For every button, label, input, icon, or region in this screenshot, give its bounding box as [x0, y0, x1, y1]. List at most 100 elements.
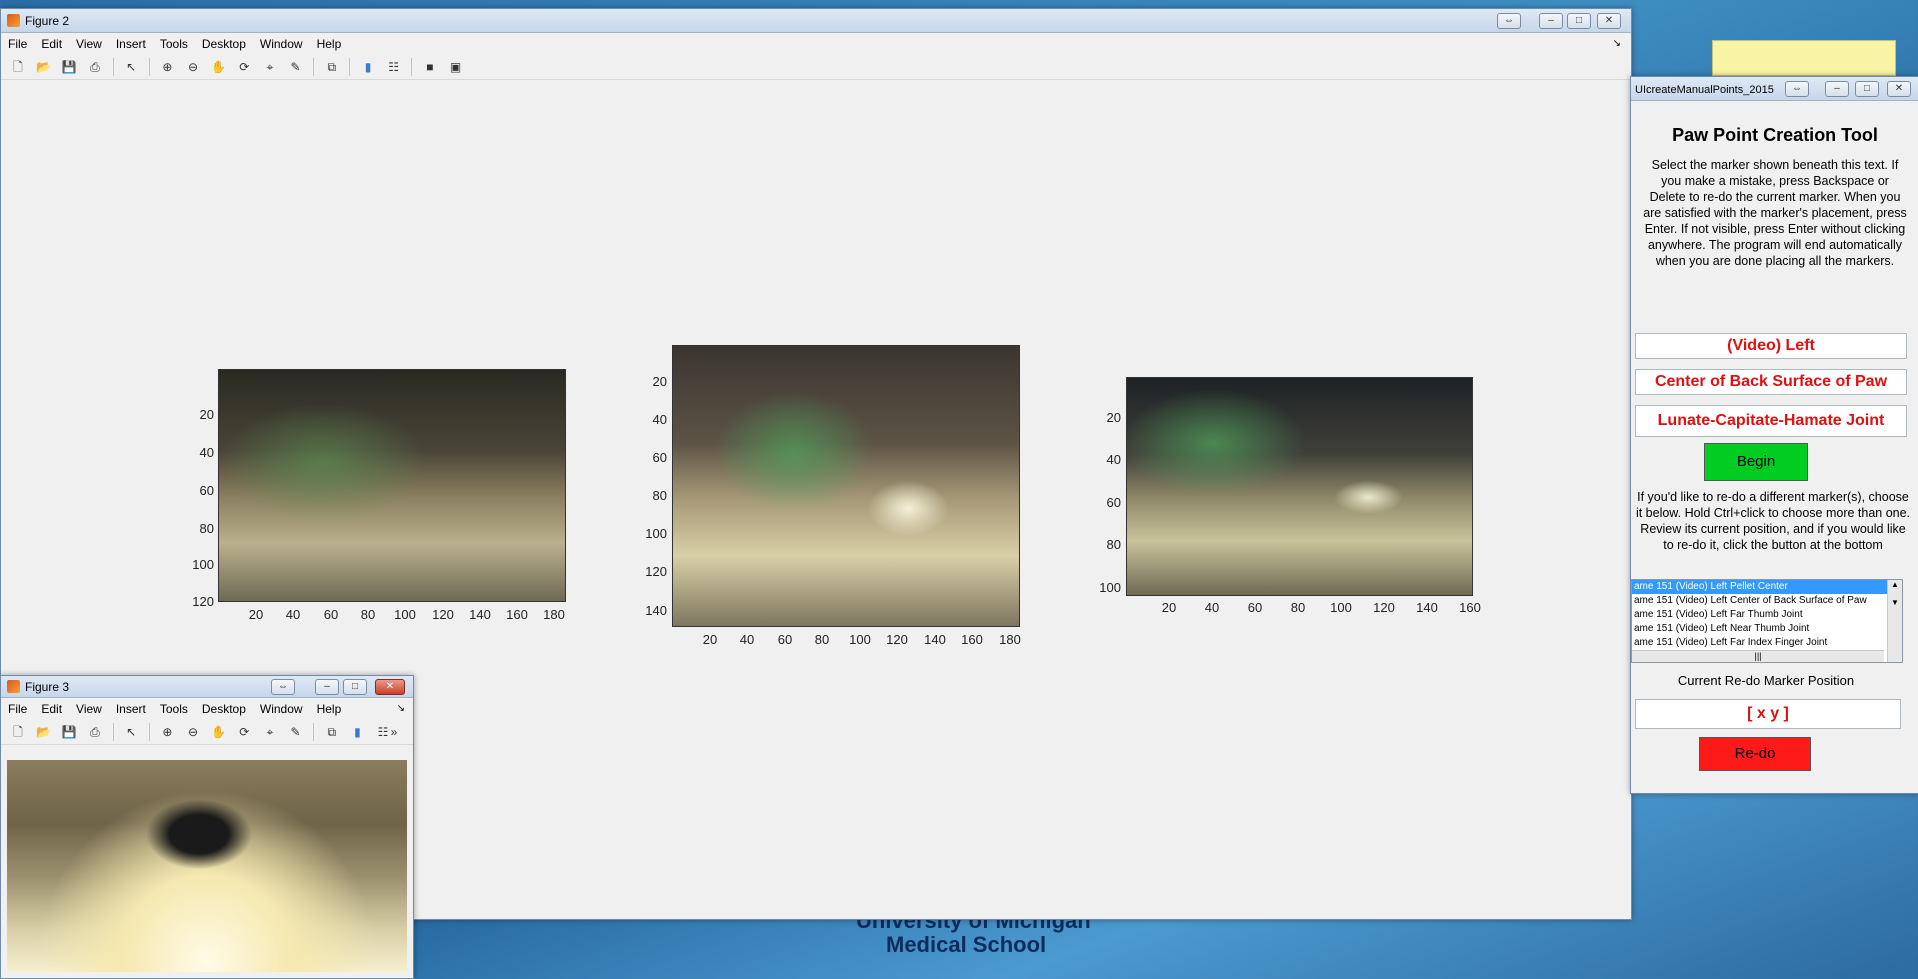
menubar-dock-icon[interactable]: ↘ — [1613, 33, 1621, 55]
maximize-button[interactable]: □ — [1567, 13, 1591, 29]
menu-edit[interactable]: Edit — [34, 33, 69, 55]
legend-icon[interactable]: ☷ — [386, 59, 402, 75]
menu-file[interactable]: File — [1, 698, 34, 720]
marker-listbox[interactable]: ame 151 (Video) Left Pellet Center ame 1… — [1631, 579, 1903, 663]
xtick-label: 60 — [323, 607, 339, 622]
xtick-label: 60 — [1247, 600, 1263, 615]
brush-icon[interactable]: ✎ — [288, 724, 304, 740]
xtick-label: 120 — [886, 632, 908, 647]
maximize-button[interactable]: □ — [343, 679, 367, 695]
minimize-button[interactable]: – — [1539, 13, 1563, 29]
undock-icon[interactable]: ⇔ — [1497, 13, 1521, 29]
zoom-in-icon[interactable]: ⊕ — [159, 59, 175, 75]
menu-window[interactable]: Window — [253, 33, 310, 55]
list-item[interactable]: ame 151 (Video) Left Far Index Finger Jo… — [1632, 636, 1902, 650]
figure2-toolbar: 🗋 📂 💾 ⎙ ↖ ⊕ ⊖ ✋ ⟳ ⌖ ✎ ⧉ ▮ ☷ ■ ▣ — [1, 55, 1631, 80]
minimize-button[interactable]: – — [1825, 81, 1849, 97]
ytick-label: 80 — [1106, 537, 1121, 552]
menu-desktop[interactable]: Desktop — [195, 698, 253, 720]
begin-button[interactable]: Begin — [1704, 443, 1808, 481]
list-item[interactable]: ame 151 (Video) Left Pellet Center — [1632, 580, 1902, 594]
redo-button[interactable]: Re-do — [1699, 737, 1811, 771]
xtick-label: 20 — [702, 632, 718, 647]
toolbar-separator — [313, 58, 315, 76]
menu-tools[interactable]: Tools — [153, 33, 195, 55]
video-frame-center[interactable] — [672, 345, 1020, 627]
menu-help[interactable]: Help — [310, 33, 349, 55]
show-plot-tools-icon[interactable]: ▣ — [448, 59, 464, 75]
vertical-scrollbar[interactable]: ▲ ▼ — [1887, 580, 1902, 662]
edit-plot-icon[interactable]: ↖ — [123, 59, 139, 75]
ytick-label: 20 — [199, 407, 214, 422]
list-item[interactable]: ame 151 (Video) Left Near Thumb Joint — [1632, 622, 1902, 636]
menu-view[interactable]: View — [69, 33, 109, 55]
list-item[interactable]: ame 151 (Video) Left Far Thumb Joint — [1632, 608, 1902, 622]
save-icon[interactable]: 💾 — [61, 724, 77, 740]
close-button[interactable]: ✕ — [375, 679, 405, 695]
figure2-menubar: File Edit View Insert Tools Desktop Window Help… — [1, 33, 1631, 55]
menu-insert[interactable]: Insert — [109, 33, 153, 55]
print-icon[interactable]: ⎙ — [87, 724, 103, 740]
list-item[interactable]: ame 151 (Video) Left Center of Back Surf… — [1632, 594, 1902, 608]
figure2-titlebar[interactable]: Figure 2 ⇔ – □ ✕ — [1, 9, 1631, 33]
print-icon[interactable]: ⎙ — [87, 59, 103, 75]
xtick-label: 140 — [469, 607, 491, 622]
xtick-label: 80 — [1290, 600, 1306, 615]
link-plot-icon[interactable]: ⧉ — [324, 59, 340, 75]
close-button[interactable]: ✕ — [1597, 13, 1621, 29]
menu-tools[interactable]: Tools — [153, 698, 195, 720]
link-plot-icon[interactable]: ⧉ — [324, 724, 340, 740]
zoom-in-icon[interactable]: ⊕ — [159, 724, 175, 740]
horizontal-scrollbar[interactable]: ||| — [1632, 650, 1884, 662]
xtick-label: 80 — [814, 632, 830, 647]
xtick-label: 120 — [1373, 600, 1395, 615]
menu-window[interactable]: Window — [253, 698, 310, 720]
colorbar-icon[interactable]: ▮ — [360, 59, 376, 75]
tool-titlebar[interactable]: UIcreateManualPoints_2015 ⇔ – □ ✕ — [1631, 77, 1918, 101]
open-icon[interactable]: 📂 — [36, 724, 52, 740]
undock-icon[interactable]: ⇔ — [271, 679, 295, 695]
toolbar-overflow-icon[interactable]: » — [386, 724, 402, 740]
zoom-out-icon[interactable]: ⊖ — [185, 724, 201, 740]
menu-view[interactable]: View — [69, 698, 109, 720]
new-figure-icon[interactable]: 🗋 — [10, 59, 26, 75]
ytick-label: 20 — [1106, 410, 1121, 425]
ytick-label: 100 — [1099, 580, 1121, 595]
colorbar-icon[interactable]: ▮ — [349, 724, 365, 740]
brush-icon[interactable]: ✎ — [288, 59, 304, 75]
pan-icon[interactable]: ✋ — [211, 59, 227, 75]
undock-icon[interactable]: ⇔ — [1785, 81, 1809, 97]
pan-icon[interactable]: ✋ — [211, 724, 227, 740]
position-value-box: [ x y ] — [1635, 699, 1901, 729]
figure3-titlebar[interactable]: Figure 3 ⇔ – □ ✕ — [1, 676, 413, 698]
toolbar-separator — [148, 723, 150, 741]
ytick-label: 20 — [652, 374, 667, 389]
ytick-label: 120 — [192, 594, 214, 609]
rotate-icon[interactable]: ⟳ — [236, 59, 252, 75]
new-figure-icon[interactable]: 🗋 — [10, 724, 26, 740]
edit-plot-icon[interactable]: ↖ — [123, 724, 139, 740]
full-video-frame[interactable] — [7, 760, 407, 972]
maximize-button[interactable]: □ — [1855, 81, 1879, 97]
menu-edit[interactable]: Edit — [34, 698, 69, 720]
menu-file[interactable]: File — [1, 33, 34, 55]
matlab-icon — [7, 14, 20, 27]
menubar-dock-icon[interactable]: ↘ — [397, 698, 405, 720]
minimize-button[interactable]: – — [315, 679, 339, 695]
menu-desktop[interactable]: Desktop — [195, 33, 253, 55]
save-icon[interactable]: 💾 — [61, 59, 77, 75]
hide-plot-tools-icon[interactable]: ■ — [422, 59, 438, 75]
data-cursor-icon[interactable]: ⌖ — [262, 724, 278, 740]
data-cursor-icon[interactable]: ⌖ — [262, 59, 278, 75]
menu-help[interactable]: Help — [310, 698, 349, 720]
video-frame-left[interactable] — [218, 369, 566, 602]
xtick-label: 100 — [1330, 600, 1352, 615]
zoom-out-icon[interactable]: ⊖ — [185, 59, 201, 75]
open-icon[interactable]: 📂 — [36, 59, 52, 75]
video-frame-right[interactable] — [1126, 377, 1473, 596]
xtick-label: 140 — [924, 632, 946, 647]
menu-insert[interactable]: Insert — [109, 698, 153, 720]
close-button[interactable]: ✕ — [1887, 81, 1911, 97]
figure3-title: Figure 3 — [25, 680, 70, 694]
rotate-icon[interactable]: ⟳ — [236, 724, 252, 740]
